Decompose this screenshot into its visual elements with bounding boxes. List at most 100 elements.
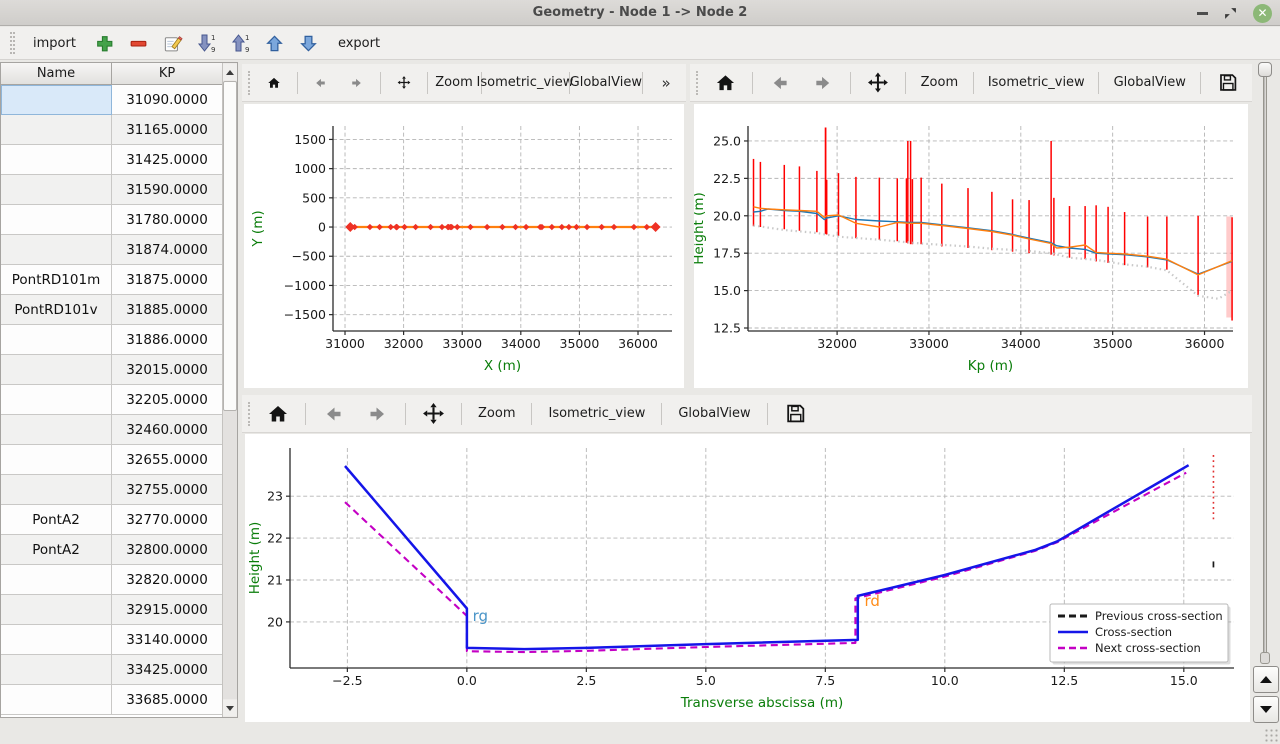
name-cell[interactable]: PontA2 (1, 505, 112, 535)
kp-cell[interactable]: 33425.0000 (112, 655, 222, 685)
name-cell[interactable] (1, 445, 112, 475)
forward-button[interactable] (360, 400, 396, 428)
add-row-button[interactable] (94, 32, 116, 54)
name-cell[interactable] (1, 625, 112, 655)
kp-cell[interactable]: 33140.0000 (112, 625, 222, 655)
export-button[interactable]: export (332, 33, 386, 54)
toolbar-drag-handle[interactable] (248, 402, 251, 426)
save-figure-button[interactable] (777, 400, 814, 428)
name-cell[interactable] (1, 475, 112, 505)
sort-ascending-button[interactable]: 19 (230, 32, 252, 54)
kp-cell[interactable]: 31590.0000 (112, 175, 222, 205)
kp-cell[interactable]: 32460.0000 (112, 415, 222, 445)
name-cell[interactable] (1, 595, 112, 625)
name-cell[interactable]: PontA2 (1, 535, 112, 565)
kp-cell[interactable]: 31886.0000 (112, 325, 222, 355)
name-cell[interactable] (1, 655, 112, 685)
toolbar-overflow-button[interactable]: » (652, 69, 680, 97)
home-button[interactable] (708, 69, 743, 97)
name-cell[interactable] (1, 385, 112, 415)
move-down-button[interactable] (298, 32, 320, 54)
sort-descending-button[interactable]: 19 (196, 32, 218, 54)
kp-cell[interactable]: 32655.0000 (112, 445, 222, 475)
name-cell[interactable] (1, 235, 112, 265)
back-button[interactable] (315, 400, 351, 428)
kp-cell[interactable]: 32820.0000 (112, 565, 222, 595)
name-cell[interactable] (1, 415, 112, 445)
panel-scroll-down-button[interactable] (1253, 696, 1279, 723)
save-figure-button[interactable] (1210, 69, 1246, 97)
kp-cell[interactable]: 33685.0000 (112, 685, 222, 715)
edit-button[interactable] (162, 32, 184, 54)
maximize-button[interactable] (1224, 7, 1237, 20)
kp-cell[interactable]: 32015.0000 (112, 355, 222, 385)
kp-cell[interactable]: 32755.0000 (112, 475, 222, 505)
plan-chart-canvas[interactable]: 310003200033000340003500036000−1500−1000… (244, 104, 684, 388)
toolbar-drag-handle[interactable] (10, 32, 15, 54)
home-button[interactable] (260, 400, 296, 428)
scroll-up-button[interactable] (223, 64, 237, 80)
home-button[interactable] (260, 69, 288, 97)
kp-cell[interactable]: 31165.0000 (112, 115, 222, 145)
toolbar-drag-handle[interactable] (248, 71, 251, 95)
forward-button[interactable] (806, 69, 841, 97)
kp-cell[interactable]: 31885.0000 (112, 295, 222, 325)
name-cell[interactable] (1, 325, 112, 355)
pan-button[interactable] (860, 69, 896, 97)
name-cell[interactable] (1, 355, 112, 385)
name-cell[interactable] (1, 565, 112, 595)
import-button[interactable]: import (27, 33, 82, 54)
kp-cell[interactable]: 32770.0000 (112, 505, 222, 535)
cross-section-toolbar: Zoom Isometric_view GlobalView (242, 395, 1252, 433)
panel-scroll-up-button[interactable] (1253, 666, 1279, 693)
zoom-button[interactable]: Zoom (471, 400, 522, 428)
name-cell[interactable] (1, 85, 112, 115)
remove-row-button[interactable] (128, 32, 150, 54)
kp-cell[interactable]: 31425.0000 (112, 145, 222, 175)
isometric-view-button[interactable]: Isometric_view (983, 69, 1089, 97)
pan-button[interactable] (415, 400, 452, 428)
kp-cell[interactable]: 31874.0000 (112, 235, 222, 265)
name-cell[interactable] (1, 175, 112, 205)
zoom-button[interactable]: Zoom (436, 69, 471, 97)
table-scrollbar[interactable] (222, 63, 237, 717)
vertical-slider-track[interactable] (1263, 64, 1267, 656)
kp-cell[interactable]: 31875.0000 (112, 265, 222, 295)
kp-cell[interactable]: 32205.0000 (112, 385, 222, 415)
back-button[interactable] (306, 69, 334, 97)
triangle-up-icon (1260, 676, 1272, 683)
scrollbar-thumb[interactable] (223, 81, 237, 411)
name-cell[interactable]: PontRD101m (1, 265, 112, 295)
close-button[interactable]: ✕ (1253, 4, 1272, 23)
name-cell[interactable] (1, 145, 112, 175)
scrollbar-trough[interactable] (223, 411, 237, 699)
isometric-view-button[interactable]: Isometric_view (490, 69, 559, 97)
column-header-name[interactable]: Name (1, 63, 112, 84)
global-view-button[interactable]: GlobalView (578, 69, 633, 97)
column-header-kp[interactable]: KP (112, 63, 222, 84)
pan-button[interactable] (390, 69, 418, 97)
forward-button[interactable] (343, 69, 371, 97)
table-row: 32015.0000 (1, 355, 222, 385)
scroll-down-button[interactable] (223, 700, 237, 716)
profile-chart-canvas[interactable]: 320003300034000350003600012.515.017.520.… (694, 104, 1248, 388)
name-cell[interactable] (1, 205, 112, 235)
kp-cell[interactable]: 31090.0000 (112, 85, 222, 115)
isometric-view-button[interactable]: Isometric_view (541, 400, 652, 428)
name-cell[interactable]: PontRD101v (1, 295, 112, 325)
move-up-button[interactable] (264, 32, 286, 54)
global-view-button[interactable]: GlobalView (671, 400, 757, 428)
zoom-button[interactable]: Zoom (915, 69, 965, 97)
name-cell[interactable] (1, 115, 112, 145)
kp-cell[interactable]: 32800.0000 (112, 535, 222, 565)
global-view-button[interactable]: GlobalView (1108, 69, 1191, 97)
cross-section-canvas[interactable]: −2.50.02.55.07.510.012.515.020212223Tran… (245, 434, 1250, 722)
back-button[interactable] (762, 69, 797, 97)
minimize-button[interactable] (1197, 12, 1208, 15)
window-resize-grip[interactable] (1264, 728, 1278, 742)
name-cell[interactable] (1, 685, 112, 715)
kp-cell[interactable]: 32915.0000 (112, 595, 222, 625)
toolbar-drag-handle[interactable] (696, 71, 699, 95)
kp-cell[interactable]: 31780.0000 (112, 205, 222, 235)
vertical-slider-thumb[interactable] (1258, 62, 1272, 77)
